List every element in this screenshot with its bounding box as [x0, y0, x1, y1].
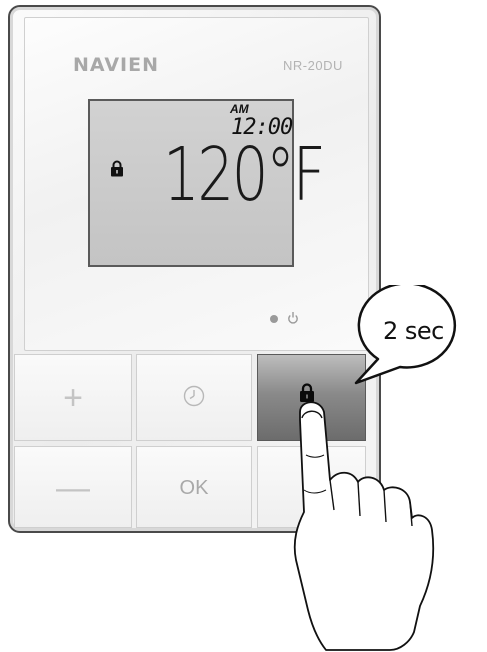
lock-icon: [300, 383, 314, 402]
plus-button[interactable]: +: [14, 354, 132, 441]
lcd-ampm: AM: [230, 102, 249, 116]
timer-button[interactable]: [136, 354, 252, 441]
ok-button[interactable]: OK: [136, 446, 252, 528]
power-icon: [288, 312, 298, 324]
lock-icon: [111, 160, 123, 177]
status-dot-icon: [270, 315, 278, 323]
ok-label: OK: [179, 477, 209, 499]
brand-logo: NAVIEN: [73, 54, 159, 76]
plus-label: +: [63, 379, 83, 417]
minus-button[interactable]: —: [14, 446, 132, 528]
power-button[interactable]: [257, 446, 366, 528]
callout-text: 2 sec: [383, 317, 444, 345]
minus-label: —: [56, 469, 90, 507]
clock-icon: [183, 385, 205, 407]
model-number: NR-20DU: [283, 58, 343, 73]
lcd-temperature: 120°F: [163, 132, 326, 218]
